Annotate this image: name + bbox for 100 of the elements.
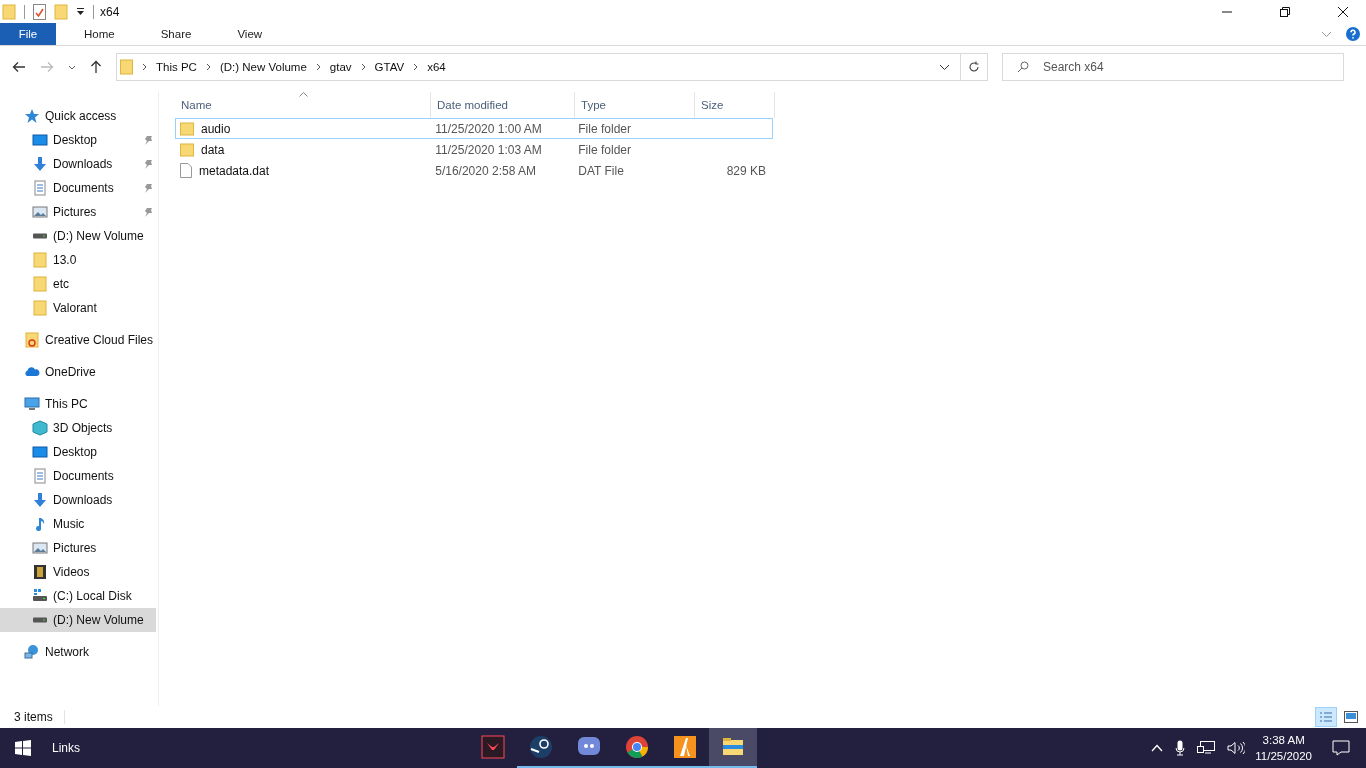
sidebar-item[interactable]: Quick access xyxy=(0,104,156,128)
folder-icon xyxy=(32,276,48,292)
refresh-icon xyxy=(968,61,980,73)
sidebar-item[interactable]: Valorant xyxy=(0,296,156,320)
sidebar-item[interactable]: 3D Objects xyxy=(0,416,156,440)
close-icon[interactable] xyxy=(1337,5,1349,18)
sidebar-item[interactable]: 13.0 xyxy=(0,248,156,272)
network-icon[interactable] xyxy=(1197,741,1216,755)
file-name: audio xyxy=(201,121,231,136)
chevron-right-icon[interactable] xyxy=(142,63,147,71)
file-row[interactable]: metadata.dat 5/16/2020 2:58 AM DAT File 829 KB xyxy=(175,160,773,181)
breadcrumb[interactable]: (D:) New Volume xyxy=(219,61,307,73)
sidebar-item[interactable]: OneDrive xyxy=(0,360,156,384)
column-header[interactable]: Size xyxy=(695,92,775,118)
taskbar-app-button[interactable] xyxy=(708,728,757,768)
sidebar-item[interactable]: (C:) Local Disk xyxy=(0,584,156,608)
sidebar-item[interactable]: Documents xyxy=(0,464,156,488)
windows-logo-icon[interactable] xyxy=(15,740,31,756)
microphone-icon[interactable] xyxy=(1175,740,1186,756)
sidebar-item[interactable]: Pictures xyxy=(0,536,156,560)
chevron-right-icon[interactable] xyxy=(315,63,321,71)
document-icon xyxy=(32,468,48,484)
dropdown-icon[interactable] xyxy=(76,7,85,16)
breadcrumb[interactable]: gtav xyxy=(329,61,352,73)
file-name: metadata.dat xyxy=(199,163,270,178)
drive-icon xyxy=(32,617,48,623)
ribbon-tab[interactable]: Home xyxy=(66,23,133,45)
pin-icon[interactable] xyxy=(143,158,153,170)
address-bar[interactable]: This PC (D:) New Volume gtav GTAV x64 xyxy=(116,53,961,81)
type-cell-text: DAT File xyxy=(577,163,625,178)
size-cell: 829 KB xyxy=(726,163,766,178)
download-icon xyxy=(32,156,48,172)
links-toolbar[interactable]: Links xyxy=(52,741,80,755)
sidebar-item[interactable]: This PC xyxy=(0,392,156,416)
notifications-icon[interactable] xyxy=(1332,740,1350,756)
sidebar-item[interactable]: (D:) New Volume xyxy=(0,224,156,248)
sidebar-item[interactable]: (D:) New Volume xyxy=(0,608,156,632)
properties-icon[interactable] xyxy=(33,3,46,20)
sidebar-item[interactable]: Network xyxy=(0,640,156,664)
column-header[interactable]: Date modified xyxy=(431,92,575,118)
folder-icon xyxy=(120,59,133,75)
star-icon xyxy=(24,108,40,124)
desktop-icon xyxy=(32,444,48,460)
refresh-button[interactable] xyxy=(960,53,988,81)
sidebar-item[interactable]: Music xyxy=(0,512,156,536)
ribbon-tab[interactable]: Share xyxy=(142,23,210,45)
column-header[interactable]: Name xyxy=(175,92,431,118)
date-cell-text: 11/25/2020 1:00 AM xyxy=(434,121,543,136)
file-icon xyxy=(180,163,192,178)
ribbon-tab[interactable]: View xyxy=(219,23,281,45)
drive-icon xyxy=(32,233,48,239)
sidebar-item[interactable]: etc xyxy=(0,272,156,296)
details-list-icon xyxy=(1319,711,1333,723)
date-cell-text: 5/16/2020 2:58 AM xyxy=(434,163,537,178)
breadcrumb[interactable]: This PC xyxy=(156,61,197,73)
pin-icon[interactable] xyxy=(143,134,153,146)
sidebar-item[interactable]: Desktop xyxy=(0,440,156,464)
chevron-right-icon[interactable] xyxy=(205,63,211,71)
chevron-right-icon[interactable] xyxy=(413,63,419,71)
sidebar-item[interactable]: Videos xyxy=(0,560,156,584)
cube-icon xyxy=(32,420,48,436)
sidebar-item[interactable]: Downloads xyxy=(0,152,156,176)
sidebar-item[interactable]: Documents xyxy=(0,176,156,200)
sidebar-item[interactable]: Desktop xyxy=(0,128,156,152)
clock-time[interactable]: 3:38 AM xyxy=(1262,732,1305,748)
speaker-icon[interactable] xyxy=(1227,741,1246,755)
desktop-icon xyxy=(32,132,48,148)
chevron-down-icon[interactable] xyxy=(939,63,950,71)
picture-icon xyxy=(32,204,48,220)
folder-icon xyxy=(32,300,48,316)
chevron-up-icon[interactable] xyxy=(1151,744,1164,752)
up-arrow-icon[interactable] xyxy=(90,60,102,74)
back-arrow-icon[interactable] xyxy=(12,61,26,73)
breadcrumb[interactable]: x64 xyxy=(427,61,446,73)
picture-tile-icon xyxy=(1344,711,1358,723)
file-row[interactable]: audio 11/25/2020 1:00 AM File folder xyxy=(175,118,773,139)
file-row[interactable]: data 11/25/2020 1:03 AM File folder xyxy=(175,139,773,160)
date-cell-text: 11/25/2020 1:03 AM xyxy=(434,142,543,157)
column-header[interactable]: Type xyxy=(575,92,695,118)
sort-caret-icon xyxy=(298,92,308,97)
search-icon xyxy=(1017,61,1029,73)
sidebar-item[interactable]: Creative Cloud Files xyxy=(0,328,156,352)
chevron-right-icon[interactable] xyxy=(360,63,366,71)
recent-caret-icon[interactable] xyxy=(68,64,76,70)
clock-date[interactable]: 11/25/2020 xyxy=(1255,748,1312,764)
file-tab[interactable]: File xyxy=(0,23,56,45)
item-count: 3 items xyxy=(14,710,53,724)
folder-icon xyxy=(180,142,194,157)
search-field[interactable]: Search x64 xyxy=(1002,53,1344,81)
pin-icon[interactable] xyxy=(143,206,153,218)
pc-icon xyxy=(24,396,40,412)
sidebar-item[interactable]: Pictures xyxy=(0,200,156,224)
pin-icon[interactable] xyxy=(143,182,153,194)
breadcrumb[interactable]: GTAV xyxy=(374,61,405,73)
folder-icon xyxy=(180,121,194,136)
cdrive-icon xyxy=(32,588,48,604)
restore-icon[interactable] xyxy=(1279,5,1291,18)
download-icon xyxy=(32,492,48,508)
sidebar-item[interactable]: Downloads xyxy=(0,488,156,512)
help-icon[interactable] xyxy=(1346,27,1360,41)
